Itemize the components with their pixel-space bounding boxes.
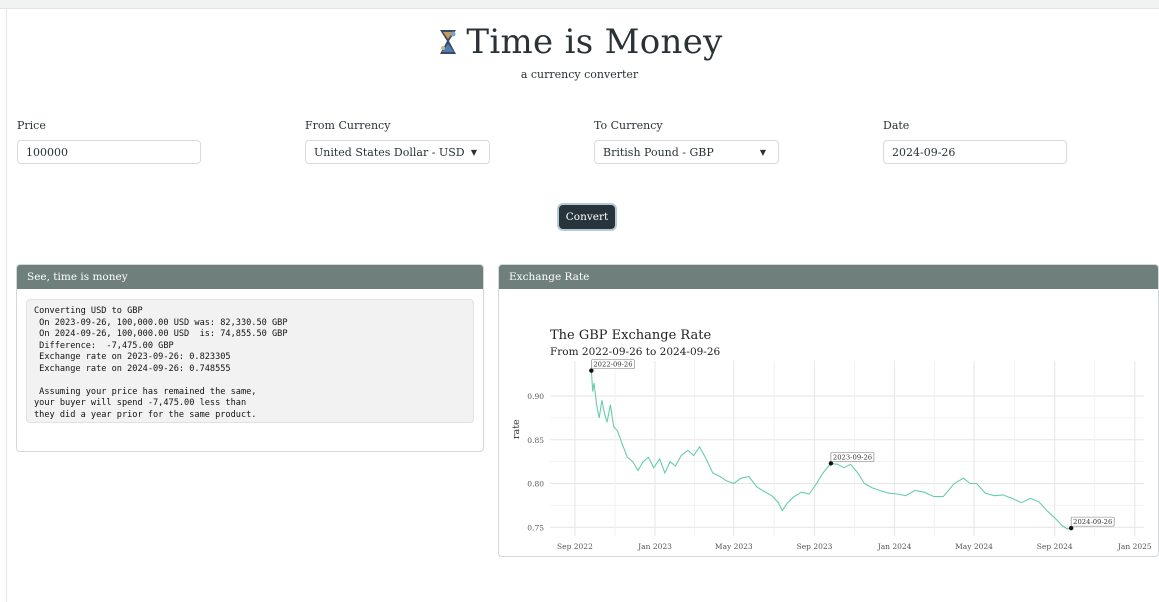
- y-tick-label: 0.90: [527, 392, 544, 401]
- plot-area: 0.75 0.80 0.85 0.90 Sep 2022 Jan 2023 May 2023…: [527, 359, 1152, 551]
- price-field: Price: [17, 119, 201, 164]
- y-tick-label: 0.85: [527, 436, 544, 445]
- to-currency-select[interactable]: British Pound - GBP ▼: [594, 140, 779, 164]
- x-tick-label: Sep 2022: [557, 542, 593, 551]
- exchange-rate-chart: The GBP Exchange Rate From 2022-09-26 to…: [511, 328, 1152, 556]
- to-currency-label: To Currency: [594, 119, 663, 132]
- x-tick-label: Jan 2024: [877, 542, 912, 551]
- annotation-point: [1068, 525, 1074, 531]
- app-subtitle: a currency converter: [520, 68, 639, 81]
- hourglass-money-icon: [440, 30, 457, 54]
- from-currency-label: From Currency: [305, 119, 391, 132]
- x-tick-label: Sep 2024: [1037, 542, 1073, 551]
- summary-card: See, time is money Converting USD to GBP…: [16, 264, 484, 452]
- price-input[interactable]: [17, 140, 201, 164]
- price-label: Price: [17, 119, 46, 132]
- annotation-label: 2023-09-26: [833, 453, 872, 461]
- x-tick-label: Jan 2025: [1117, 542, 1152, 551]
- chart-subtitle: From 2022-09-26 to 2024-09-26: [550, 346, 721, 358]
- app-title-text: Time is Money: [466, 22, 723, 62]
- caret-down-icon: ▼: [759, 147, 766, 157]
- summary-output: Converting USD to GBP On 2023-09-26, 100…: [26, 299, 474, 423]
- app-header: Time is Money a currency converter: [0, 22, 1159, 81]
- annotation-label: 2022-09-26: [593, 361, 632, 369]
- exchange-rate-card-header: Exchange Rate: [499, 265, 1158, 289]
- to-currency-field: To Currency British Pound - GBP ▼: [594, 119, 779, 164]
- from-currency-select[interactable]: United States Dollar - USD ▼: [305, 140, 490, 164]
- from-currency-value: United States Dollar - USD: [314, 145, 465, 159]
- caret-down-icon: ▼: [470, 147, 477, 157]
- y-tick-label: 0.75: [527, 523, 544, 532]
- x-tick-label: May 2023: [715, 542, 753, 551]
- summary-card-header: See, time is money: [17, 265, 483, 289]
- x-tick-label: May 2024: [955, 542, 993, 551]
- y-axis-label: rate: [511, 419, 522, 439]
- date-label: Date: [883, 119, 910, 132]
- annotation-point: [828, 461, 834, 466]
- annotation-point: [589, 368, 594, 373]
- x-tick-label: Jan 2023: [637, 542, 672, 551]
- chart-title: The GBP Exchange Rate: [550, 328, 711, 343]
- date-input[interactable]: [883, 140, 1067, 164]
- to-currency-value: British Pound - GBP: [603, 145, 714, 159]
- convert-button[interactable]: Convert: [559, 205, 615, 229]
- annotation-label: 2024-09-26: [1073, 518, 1112, 526]
- exchange-rate-card: Exchange Rate The GBP Exchange Rate From…: [498, 264, 1159, 557]
- app-title: Time is Money: [436, 22, 722, 62]
- x-tick-label: Sep 2023: [797, 542, 833, 551]
- date-field: Date: [883, 119, 1067, 164]
- y-tick-label: 0.80: [527, 480, 544, 489]
- from-currency-field: From Currency United States Dollar - USD…: [305, 119, 490, 164]
